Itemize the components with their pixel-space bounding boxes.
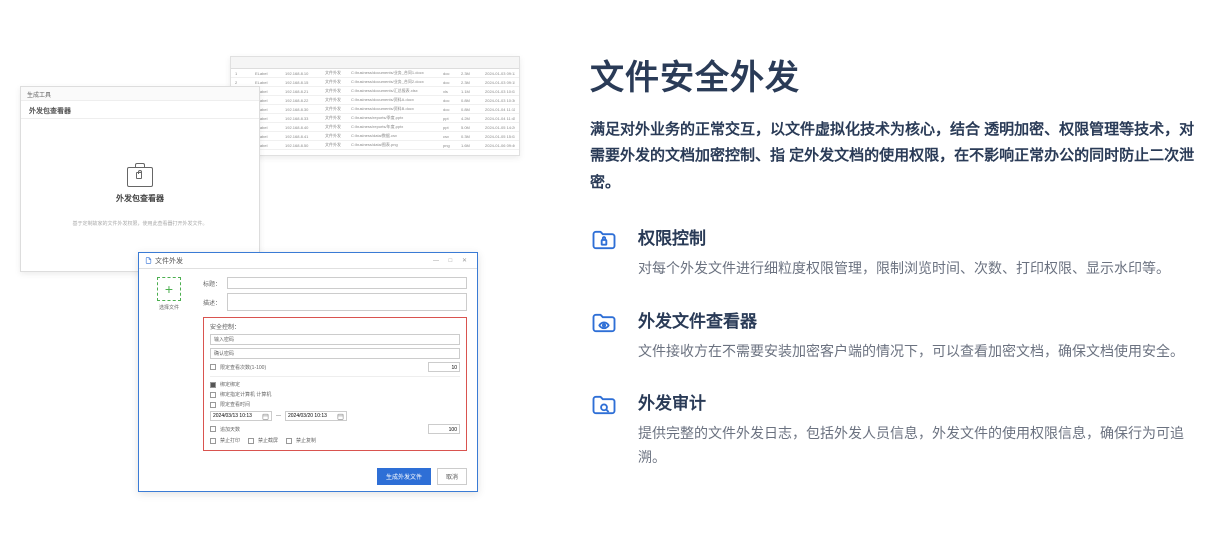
viewer-toolbar-title: 生成工具 bbox=[21, 87, 259, 101]
add-file-label: 选择文件 bbox=[159, 304, 179, 311]
date-to-input[interactable]: 2024/03/20 10:13 bbox=[285, 411, 347, 421]
add-days-checkbox[interactable] bbox=[210, 426, 216, 432]
content-column: 文件安全外发 满足对外业务的正常交互，以文件虚拟化技术为核心，结合 透明加密、权… bbox=[530, 30, 1196, 516]
add-file-button[interactable]: + bbox=[157, 277, 181, 301]
feature-desc: 文件接收方在不需要安装加密客户端的情况下，可以查看加密文档，确保文档使用安全。 bbox=[638, 340, 1196, 364]
table-row: 6ELabel192.168.8.33文件外发C:/business/repor… bbox=[231, 114, 519, 123]
feature-title: 外发审计 bbox=[638, 389, 1196, 414]
feature-permission-control: 权限控制 对每个外发文件进行细粒度权限管理，限制浏览时间、次数、打印权限、显示水… bbox=[590, 224, 1196, 281]
feature-desc: 对每个外发文件进行细粒度权限管理，限制浏览时间、次数、打印权限、显示水印等。 bbox=[638, 257, 1196, 281]
feature-viewer: 外发文件查看器 文件接收方在不需要安装加密客户端的情况下，可以查看加密文档，确保… bbox=[590, 307, 1196, 364]
table-row: 1ELabel192.168.8.10文件外发C:/business/docum… bbox=[231, 69, 519, 78]
table-row: 7ELabel192.168.8.40文件外发C:/business/repor… bbox=[231, 123, 519, 132]
desc-label: 描述： bbox=[203, 298, 223, 307]
table-row: 5ELabel192.168.8.30文件外发C:/business/docum… bbox=[231, 105, 519, 114]
limit-views-label: 限定查看次数(1-100) bbox=[220, 364, 266, 371]
title-label: 标题： bbox=[203, 279, 223, 288]
add-days-label: 追加天数 bbox=[220, 426, 240, 433]
table-row: 8ELabel192.168.8.41文件外发C:/business/data/… bbox=[231, 132, 519, 141]
limit-time-label: 限定查看时间 bbox=[220, 401, 250, 408]
title-input[interactable] bbox=[227, 277, 467, 289]
dialog-title: 文件外发 bbox=[155, 256, 183, 266]
limit-views-value[interactable]: 10 bbox=[428, 362, 460, 372]
page-title: 文件安全外发 bbox=[590, 50, 1196, 99]
opt2-label: 禁止截屏 bbox=[258, 437, 278, 444]
page-description: 满足对外业务的正常交互，以文件虚拟化技术为核心，结合 透明加密、权限管理等技术，… bbox=[590, 117, 1196, 196]
feature-title: 外发文件查看器 bbox=[638, 307, 1196, 332]
bind-machine-checkbox[interactable] bbox=[210, 382, 216, 388]
opt3-label: 禁止复制 bbox=[296, 437, 316, 444]
add-days-value[interactable]: 100 bbox=[428, 424, 460, 434]
opt3-checkbox[interactable] bbox=[286, 438, 292, 444]
viewer-icon-label: 外发包查看器 bbox=[116, 193, 164, 204]
audit-log-window: 1ELabel192.168.8.10文件外发C:/business/docum… bbox=[230, 56, 520, 156]
opt1-checkbox[interactable] bbox=[210, 438, 216, 444]
feature-audit: 外发审计 提供完整的文件外发日志，包括外发人员信息，外发文件的使用权限信息，确保… bbox=[590, 389, 1196, 470]
cancel-button[interactable]: 取消 bbox=[437, 468, 467, 485]
viewer-hint: 基于定制故家的文件外发权限，使用此查看器打开外发文件。 bbox=[72, 220, 207, 227]
bind-machine-label: 绑定绑定 bbox=[220, 381, 240, 388]
date-from-input[interactable]: 2024/03/13 10:13 bbox=[210, 411, 272, 421]
window-controls[interactable]: — □ ✕ bbox=[433, 257, 471, 264]
dialog-icon bbox=[145, 257, 152, 264]
table-row: 3ELabel192.168.8.21文件外发C:/business/docum… bbox=[231, 87, 519, 96]
security-controls-box: 安全控制： 输入密码 确认密码 限定查看次数(1-100) 10 绑定绑定 bbox=[203, 317, 467, 451]
confirm-password-input[interactable]: 确认密码 bbox=[210, 348, 460, 359]
limit-time-checkbox[interactable] bbox=[210, 402, 216, 408]
viewer-subtitle: 外发包查看器 bbox=[21, 101, 259, 119]
table-row: 4ELabel192.168.8.22文件外发C:/business/docum… bbox=[231, 96, 519, 105]
viewer-window: 生成工具 外发包查看器 外发包查看器 基于定制故家的文件外发权限，使用此查看器打… bbox=[20, 86, 260, 272]
security-header: 安全控制： bbox=[210, 322, 460, 331]
eye-folder-icon bbox=[590, 309, 618, 337]
opt1-label: 禁止打印 bbox=[220, 437, 240, 444]
calendar-icon bbox=[262, 413, 269, 420]
shield-folder-icon bbox=[590, 226, 618, 254]
feature-title: 权限控制 bbox=[638, 224, 1196, 249]
specific-machine-label: 绑定指定计算机 计算机 bbox=[220, 391, 271, 398]
limit-views-checkbox[interactable] bbox=[210, 364, 216, 370]
generate-button[interactable]: 生成外发文件 bbox=[377, 468, 431, 485]
table-header bbox=[231, 57, 519, 69]
outgoing-dialog: 文件外发 — □ ✕ + 选择文件 标题： 描述： bbox=[138, 252, 478, 492]
specific-machine-checkbox[interactable] bbox=[210, 392, 216, 398]
opt2-checkbox[interactable] bbox=[248, 438, 254, 444]
feature-desc: 提供完整的文件外发日志，包括外发人员信息，外发文件的使用权限信息，确保行为可追溯… bbox=[638, 422, 1196, 470]
calendar-icon bbox=[337, 413, 344, 420]
audit-folder-icon bbox=[590, 391, 618, 419]
illustration-area: 1ELabel192.168.8.10文件外发C:/business/docum… bbox=[10, 30, 530, 516]
password-input[interactable]: 输入密码 bbox=[210, 334, 460, 345]
table-row: 9ELabel192.168.8.50文件外发C:/business/data/… bbox=[231, 141, 519, 150]
desc-input[interactable] bbox=[227, 293, 467, 311]
briefcase-lock-icon bbox=[127, 167, 153, 187]
table-row: 2ELabel192.168.8.15文件外发C:/business/docum… bbox=[231, 78, 519, 87]
